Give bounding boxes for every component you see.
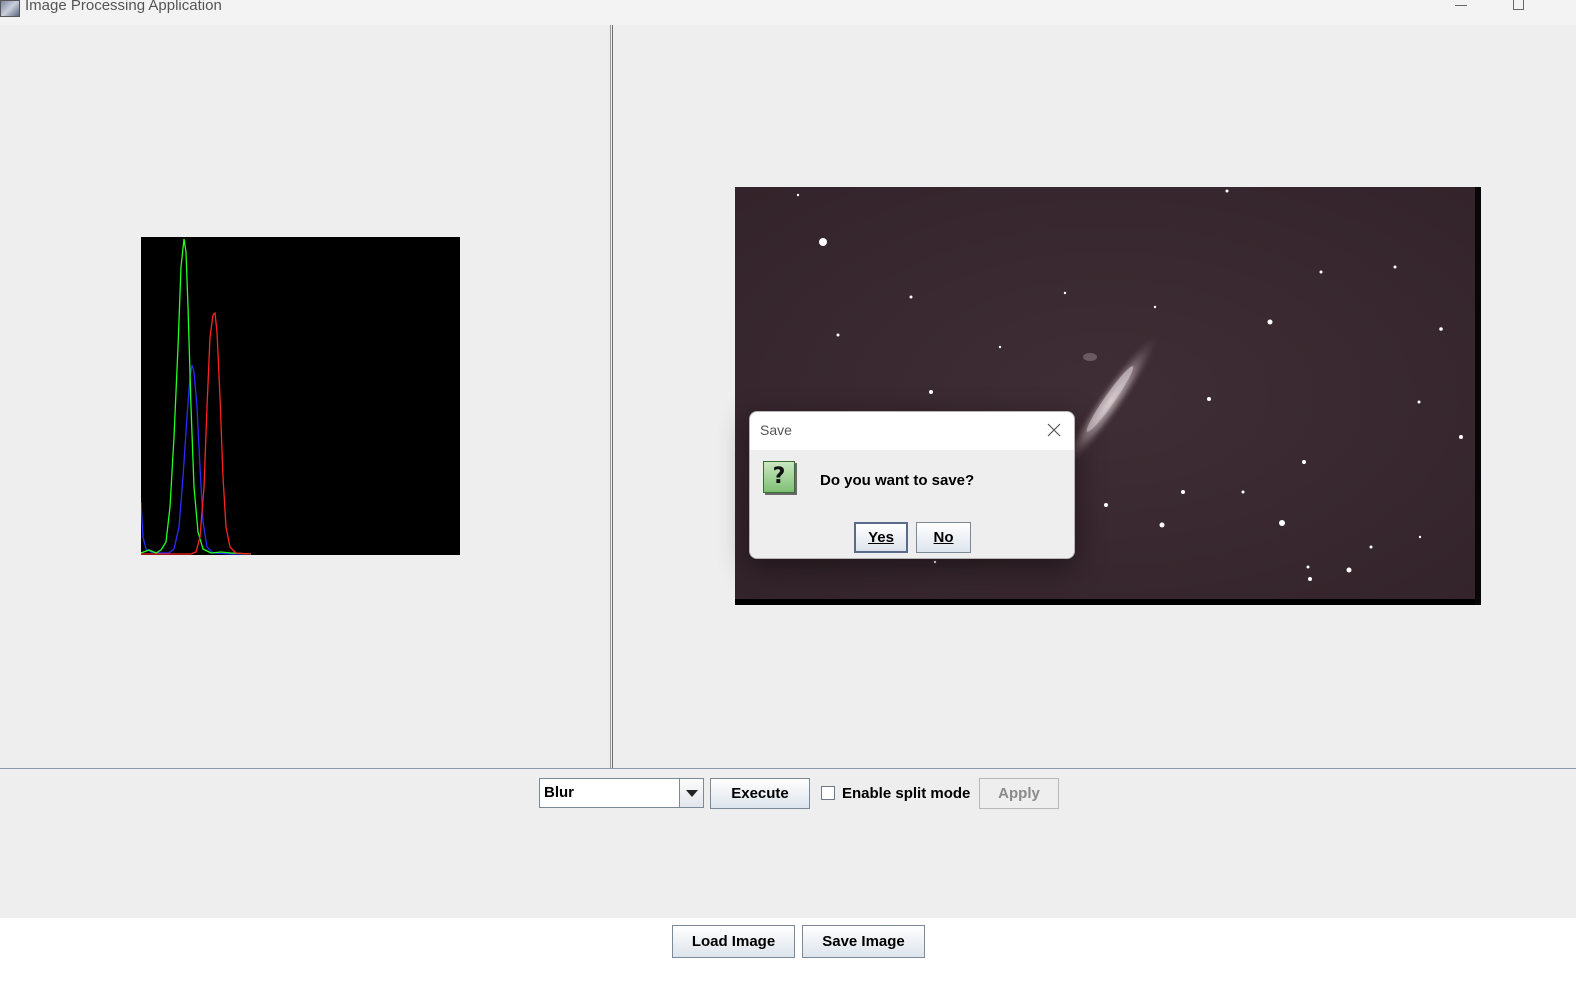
no-button[interactable]: No (916, 522, 971, 553)
split-mode-checkbox[interactable] (821, 786, 835, 800)
save-dialog: Save ? Do you want to save? Yes No (749, 411, 1075, 559)
split-mode-label: Enable split mode (842, 784, 971, 802)
histogram-red-channel (141, 311, 252, 555)
dialog-title: Save (760, 422, 792, 438)
app-icon (0, 0, 20, 17)
title-bar: Image Processing Application (0, 0, 1576, 25)
apply-button[interactable]: Apply (979, 778, 1059, 809)
maximize-icon[interactable] (1505, 0, 1533, 16)
operation-dropdown-value: Blur (544, 784, 574, 801)
operation-dropdown[interactable]: Blur (539, 778, 704, 808)
minimize-icon[interactable] (1448, 0, 1476, 16)
question-icon: ? (763, 461, 795, 493)
split-mode-toggle[interactable]: Enable split mode (821, 782, 970, 804)
window-title: Image Processing Application (25, 0, 222, 14)
execute-button[interactable]: Execute (710, 778, 810, 809)
yes-button[interactable]: Yes (854, 522, 908, 553)
load-image-button[interactable]: Load Image (672, 925, 795, 958)
chevron-down-icon[interactable] (679, 779, 703, 807)
save-image-button[interactable]: Save Image (802, 925, 925, 958)
histogram-chart (141, 237, 460, 555)
split-pane-divider[interactable] (610, 25, 613, 768)
histogram-blue-channel (141, 364, 251, 555)
dialog-body: ? Do you want to save? Yes No (750, 450, 1074, 558)
dialog-message: Do you want to save? (820, 472, 975, 489)
close-icon[interactable] (1044, 420, 1064, 440)
